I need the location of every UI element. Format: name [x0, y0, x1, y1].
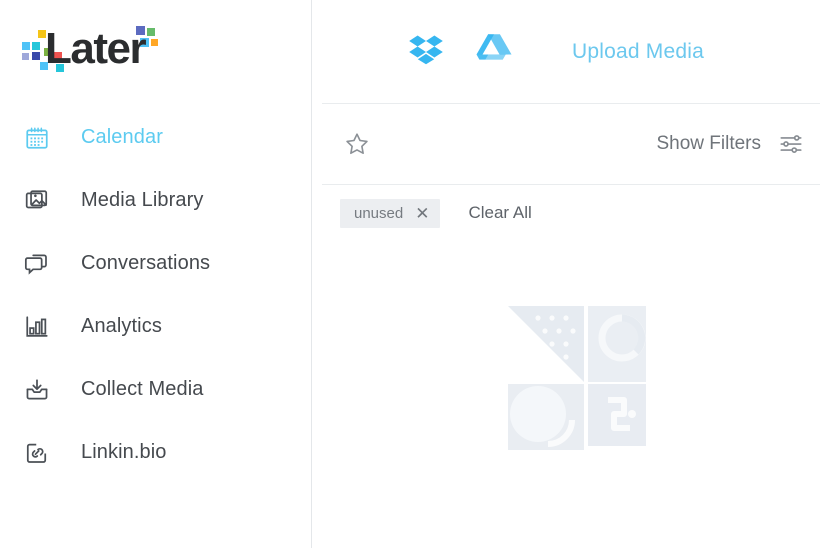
clear-all-button[interactable]: Clear All — [468, 203, 531, 223]
google-drive-icon[interactable] — [474, 29, 514, 74]
bar-chart-icon — [22, 312, 52, 342]
calendar-icon — [22, 123, 52, 153]
inbox-download-icon — [22, 375, 52, 405]
media-placeholder-illustration — [480, 292, 668, 452]
sidebar-item-label: Analytics — [81, 315, 162, 337]
show-filters-button[interactable]: Show Filters — [656, 133, 761, 155]
sidebar-item-label: Media Library — [81, 189, 204, 211]
sidebar: Later Calendar Media Library Conversatio… — [0, 0, 312, 548]
sidebar-nav: Calendar Media Library Conversations Ana… — [0, 106, 312, 484]
sidebar-item-linkin-bio[interactable]: Linkin.bio — [0, 421, 312, 484]
chat-bubbles-icon — [22, 249, 52, 279]
link-square-icon — [22, 438, 52, 468]
sidebar-item-media-library[interactable]: Media Library — [0, 169, 312, 232]
star-outline-icon[interactable] — [340, 127, 374, 161]
main-panel: Upload Media Show Filters unused ✕ Clear… — [312, 0, 820, 548]
sidebar-item-label: Calendar — [81, 126, 163, 148]
sidebar-item-conversations[interactable]: Conversations — [0, 232, 312, 295]
upload-media-button[interactable]: Upload Media — [572, 40, 704, 64]
filter-actions: Show Filters — [656, 131, 804, 157]
sidebar-item-calendar[interactable]: Calendar — [0, 106, 312, 169]
close-icon[interactable]: ✕ — [415, 205, 429, 222]
sidebar-item-label: Conversations — [81, 252, 211, 274]
later-logo-svg: Later — [22, 24, 158, 73]
filter-toolbar: Show Filters — [312, 104, 820, 184]
dropbox-icon[interactable] — [406, 28, 448, 75]
sliders-icon[interactable] — [778, 131, 804, 157]
sidebar-item-label: Linkin.bio — [81, 441, 167, 463]
filter-tag-unused[interactable]: unused ✕ — [340, 198, 441, 228]
filter-tag-label: unused — [354, 204, 404, 222]
later-logo[interactable]: Later — [18, 12, 168, 74]
sidebar-item-collect-media[interactable]: Collect Media — [0, 358, 312, 421]
active-filters-bar: unused ✕ Clear All — [312, 185, 820, 241]
upload-toolbar-inner: Upload Media — [406, 28, 704, 75]
sidebar-item-label: Collect Media — [81, 378, 204, 400]
upload-toolbar: Upload Media — [312, 0, 820, 103]
photos-stack-icon — [22, 186, 52, 216]
app-root: Later Calendar Media Library Conversatio… — [0, 0, 820, 548]
svg-text:Later: Later — [45, 24, 146, 73]
sidebar-item-analytics[interactable]: Analytics — [0, 295, 312, 358]
